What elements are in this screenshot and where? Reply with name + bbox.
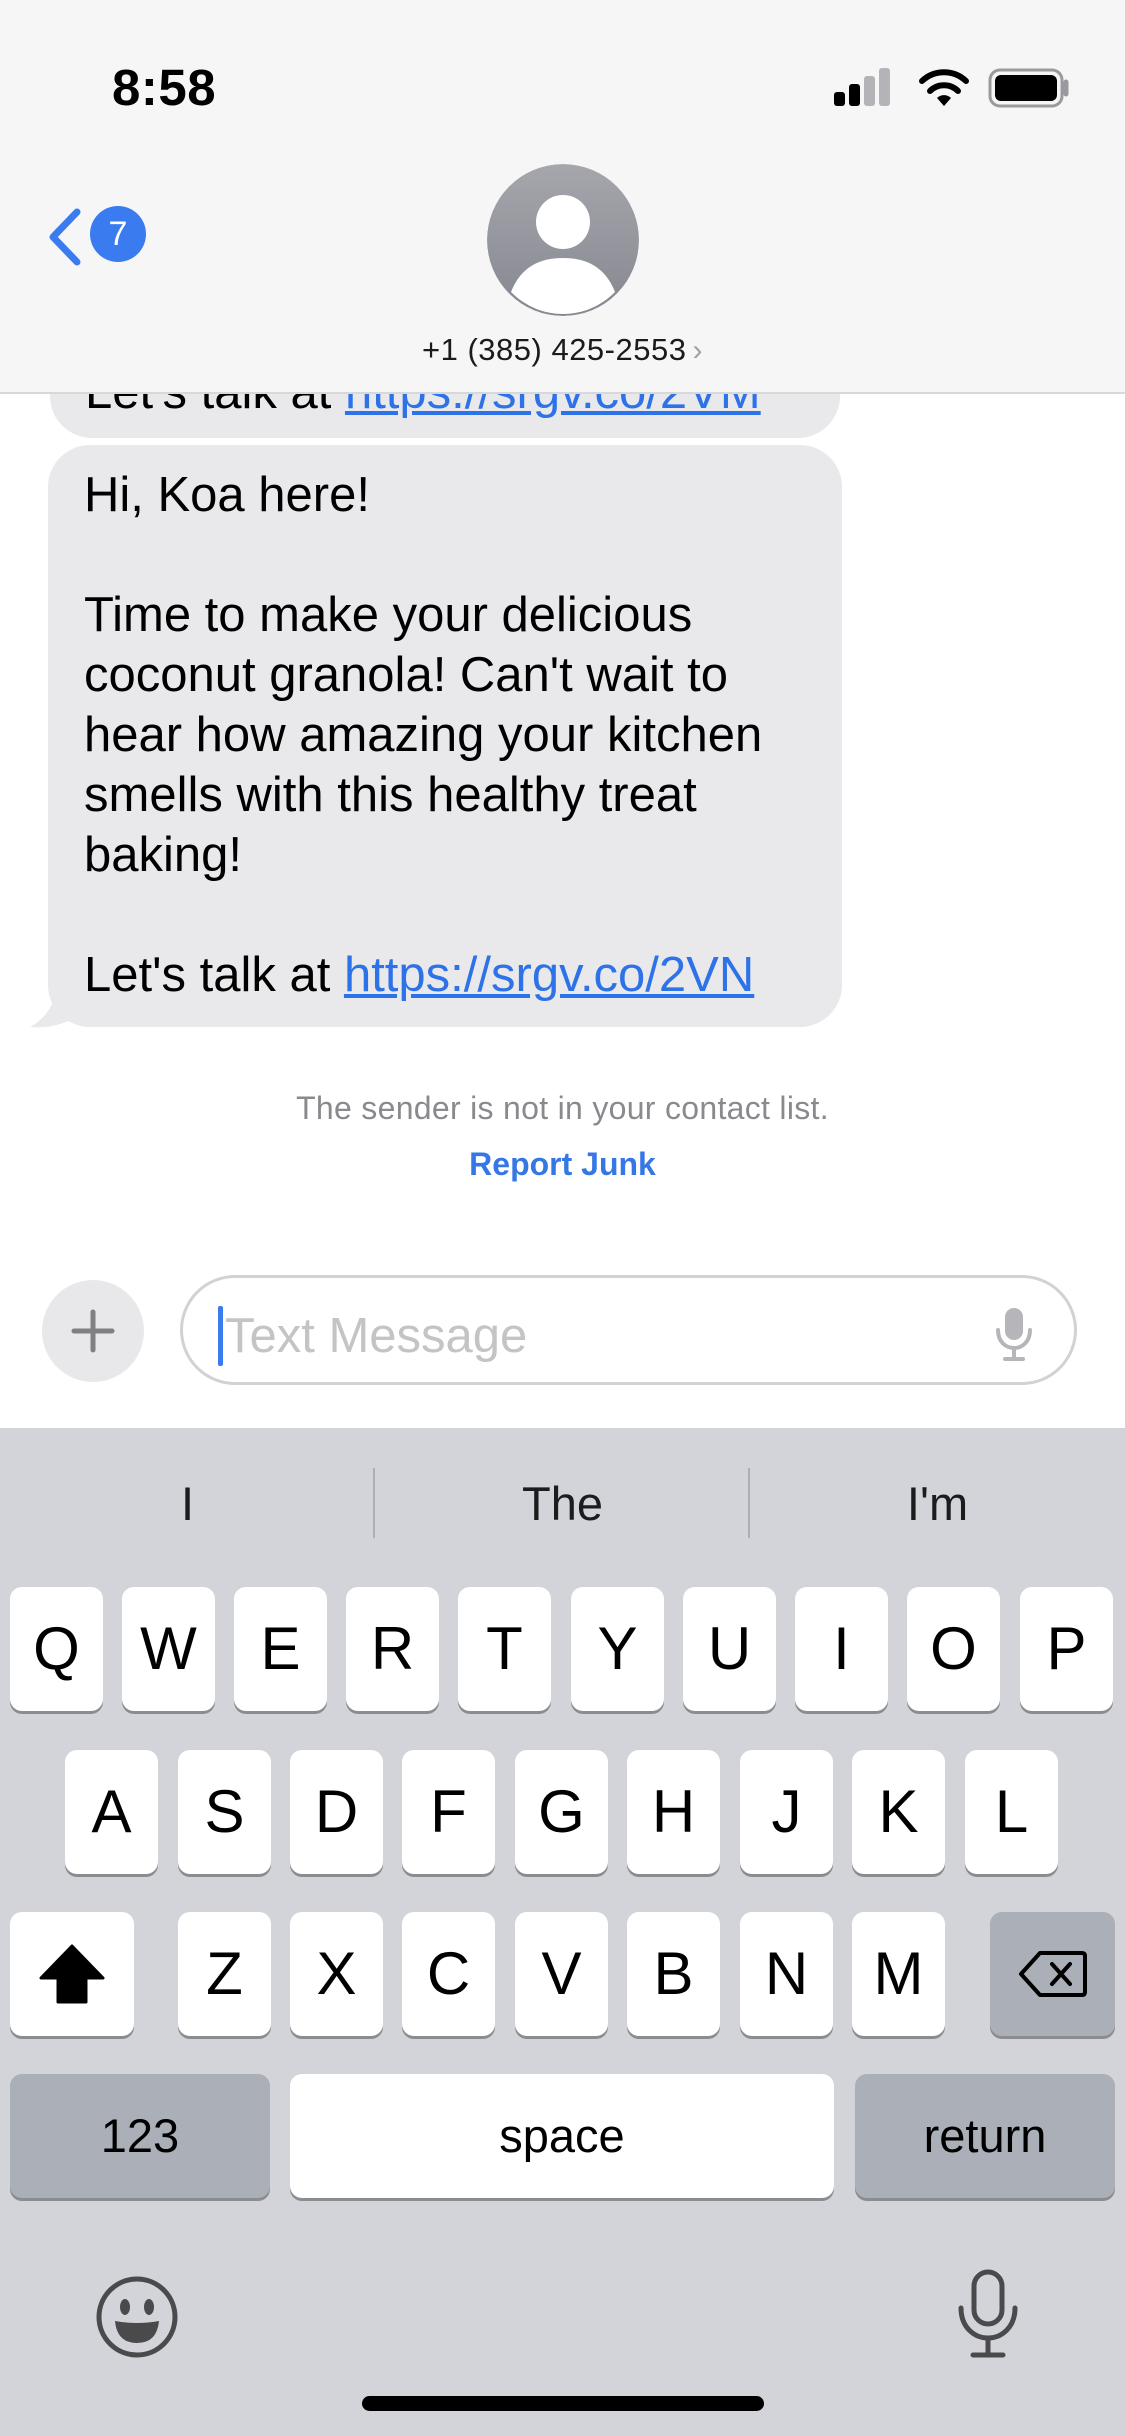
key-p[interactable]: P [1020, 1587, 1113, 1711]
status-time: 8:58 [112, 59, 217, 116]
key-m[interactable]: M [852, 1912, 945, 2036]
dictation-microphone-icon[interactable] [955, 2268, 1021, 2360]
key-v[interactable]: V [515, 1912, 608, 2036]
suggestion-bar: I The I'm [0, 1428, 1125, 1578]
key-u[interactable]: U [683, 1587, 776, 1711]
return-key[interactable]: return [855, 2074, 1115, 2198]
key-z[interactable]: Z [178, 1912, 271, 2036]
key-c[interactable]: C [402, 1912, 495, 2036]
contact-chevron-icon: › [692, 334, 703, 367]
message-cta-prefix: Let's talk at [84, 948, 344, 1002]
shift-icon [39, 1944, 105, 2004]
person-icon [487, 164, 639, 316]
suggestion-item[interactable]: I'm [750, 1476, 1125, 1531]
key-f[interactable]: F [402, 1750, 495, 1874]
key-k[interactable]: K [852, 1750, 945, 1874]
key-l[interactable]: L [965, 1750, 1058, 1874]
key-n[interactable]: N [740, 1912, 833, 2036]
key-x[interactable]: X [290, 1912, 383, 2036]
key-a[interactable]: A [65, 1750, 158, 1874]
message-input[interactable]: Text Message [180, 1275, 1077, 1385]
message-bubble: Hi, Koa here! Time to make your deliciou… [48, 445, 842, 1027]
key-b[interactable]: B [627, 1912, 720, 2036]
message-link[interactable]: https://srgv.co/2VN [344, 948, 754, 1002]
delete-icon [1018, 1951, 1087, 1997]
signal-icon [834, 66, 892, 108]
emoji-icon[interactable] [95, 2275, 179, 2359]
key-i[interactable]: I [795, 1587, 888, 1711]
key-s[interactable]: S [178, 1750, 271, 1874]
key-w[interactable]: W [122, 1587, 215, 1711]
apps-plus-button[interactable] [42, 1280, 144, 1382]
key-j[interactable]: J [740, 1750, 833, 1874]
wifi-icon [919, 69, 969, 106]
suggestion-item[interactable]: I [0, 1476, 375, 1531]
conversation-header: 8:58 7 +1 (385) 425-2553 › [0, 0, 1125, 394]
key-r[interactable]: R [346, 1587, 439, 1711]
key-d[interactable]: D [290, 1750, 383, 1874]
key-q[interactable]: Q [10, 1587, 103, 1711]
back-button[interactable]: 7 [45, 200, 155, 270]
bubble-tail [30, 975, 84, 1028]
microphone-icon[interactable] [994, 1306, 1034, 1362]
report-junk-button[interactable]: Report Junk [0, 1146, 1125, 1183]
back-chevron-icon [49, 208, 81, 266]
contact-avatar[interactable] [487, 164, 639, 316]
sender-notice: The sender is not in your contact list. [296, 1090, 829, 1126]
contact-name-button[interactable]: +1 (385) 425-2553 › [0, 332, 1125, 368]
suggestion-item[interactable]: The [375, 1476, 750, 1531]
battery-icon [988, 68, 1069, 108]
space-key[interactable]: space [290, 2074, 834, 2198]
unread-badge: 7 [90, 206, 146, 262]
numbers-key[interactable]: 123 [10, 2074, 270, 2198]
text-caret [218, 1306, 223, 1366]
plus-icon [71, 1309, 115, 1353]
key-t[interactable]: T [458, 1587, 551, 1711]
message-body: Time to make your delicious coconut gran… [84, 588, 763, 882]
message-greeting: Hi, Koa here! [84, 468, 370, 522]
key-h[interactable]: H [627, 1750, 720, 1874]
shift-key[interactable] [10, 1912, 134, 2036]
message-input-placeholder: Text Message [225, 1309, 528, 1363]
contact-name: +1 (385) 425-2553 [422, 332, 687, 367]
delete-key[interactable] [990, 1912, 1115, 2036]
home-indicator [362, 2396, 764, 2411]
key-g[interactable]: G [515, 1750, 608, 1874]
key-e[interactable]: E [234, 1587, 327, 1711]
message-cta: Let's talk at https://srgv.co/2VN [84, 945, 806, 1005]
key-o[interactable]: O [907, 1587, 1000, 1711]
key-y[interactable]: Y [571, 1587, 664, 1711]
